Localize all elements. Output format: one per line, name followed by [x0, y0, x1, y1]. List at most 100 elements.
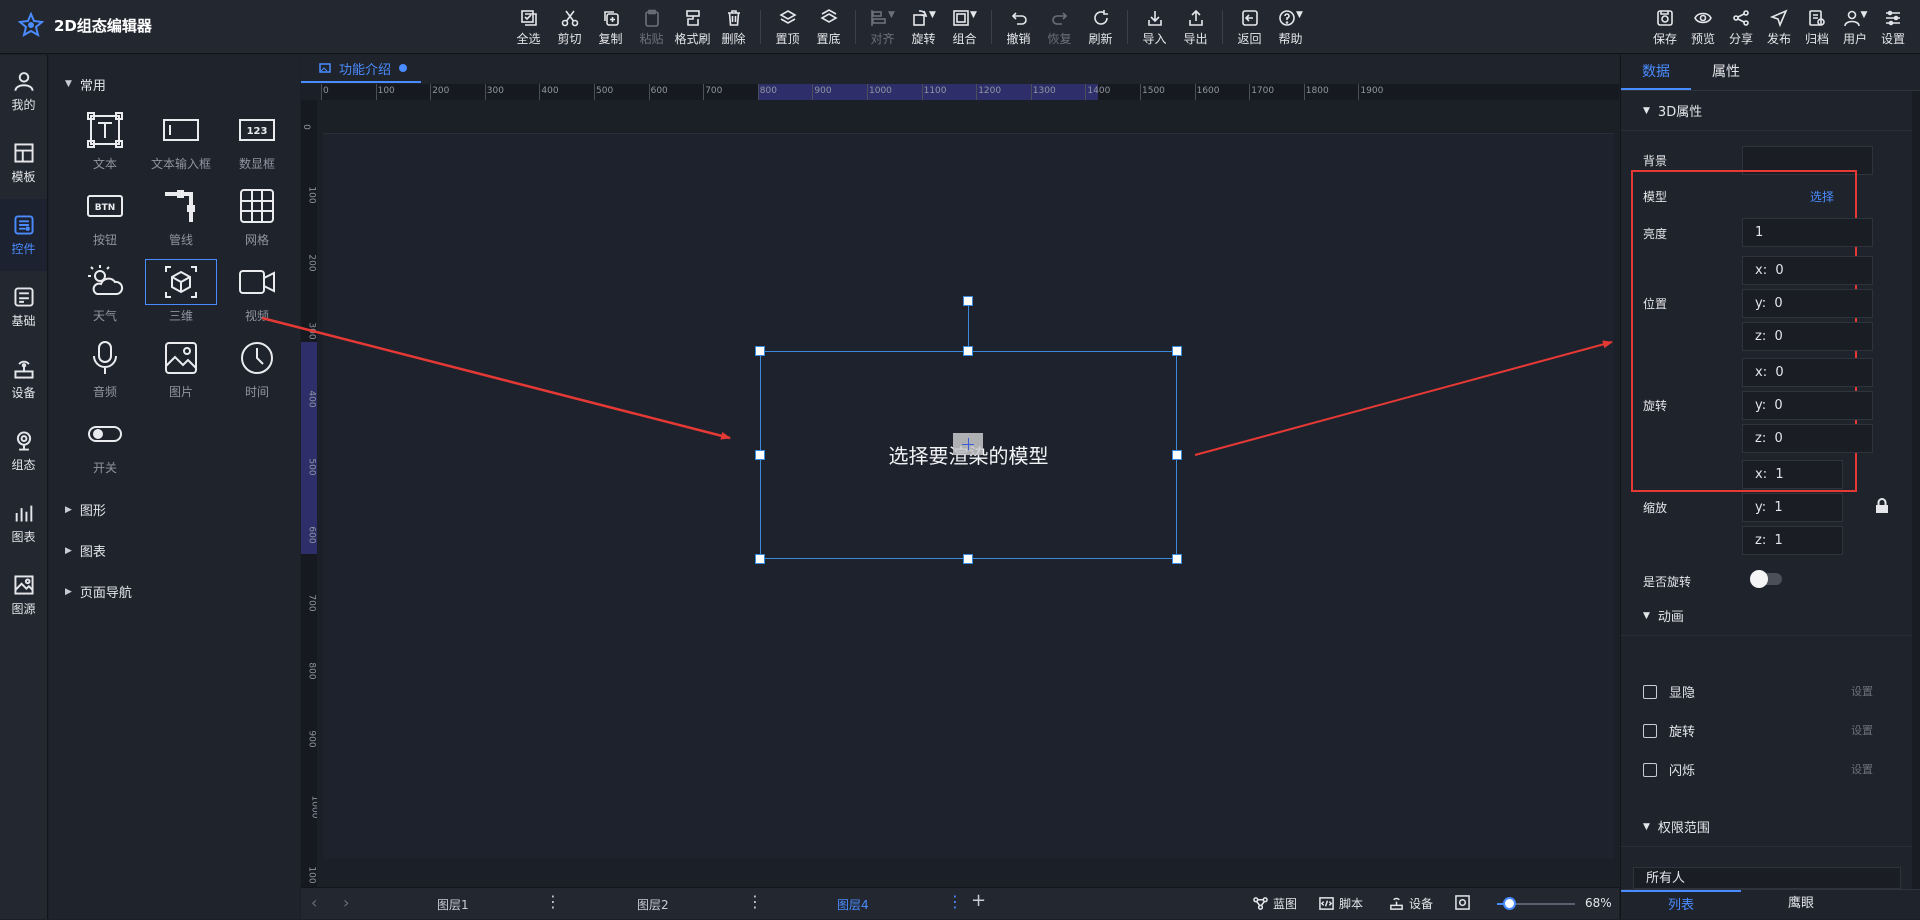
- rail-item-chart[interactable]: 图表: [0, 487, 47, 559]
- more-vertical-icon[interactable]: ⋮: [545, 892, 561, 911]
- position-y-input[interactable]: y: 0: [1742, 289, 1873, 318]
- toolbar-share-button[interactable]: 分享: [1722, 6, 1760, 50]
- toolbar-undo-button[interactable]: 撤销: [998, 6, 1039, 50]
- component-image[interactable]: 图片: [145, 329, 217, 403]
- tab-eagle-eye[interactable]: 鹰眼: [1741, 890, 1861, 919]
- scale-z-input[interactable]: z: 1: [1742, 526, 1843, 555]
- component-microphone[interactable]: 音频: [69, 329, 141, 403]
- blueprint-button[interactable]: 蓝图: [1253, 895, 1297, 912]
- toolbar-select-all-button[interactable]: 全选: [508, 6, 549, 50]
- resize-handle-sw[interactable]: [755, 554, 765, 564]
- toolbar-rotate-button[interactable]: ▼ 旋转: [903, 6, 944, 50]
- section-animation[interactable]: ▼ 动画: [1621, 596, 1912, 636]
- toolbar-archive-button[interactable]: 归档: [1798, 6, 1836, 50]
- device-button[interactable]: 设备: [1389, 895, 1433, 912]
- section-permission[interactable]: ▼ 权限范围: [1621, 807, 1912, 847]
- zoom-slider-knob[interactable]: [1503, 897, 1516, 910]
- section-3d[interactable]: ▼ 3D属性: [1621, 91, 1920, 131]
- tab-list[interactable]: 列表: [1621, 890, 1741, 919]
- layer-tab-1[interactable]: 图层1: [437, 896, 469, 913]
- more-vertical-icon[interactable]: ⋮: [947, 892, 963, 911]
- layer-tab-2[interactable]: 图层2: [637, 896, 669, 913]
- resize-handle-n[interactable]: [963, 346, 973, 356]
- toolbar-redo-button[interactable]: 恢复: [1039, 6, 1080, 50]
- component-grid[interactable]: 网格: [221, 177, 293, 251]
- toolbar-import-button[interactable]: 导入: [1134, 6, 1175, 50]
- rail-item-basic[interactable]: 基础: [0, 271, 47, 343]
- toolbar-user-button[interactable]: ▼ 用户: [1836, 6, 1874, 50]
- component-number-display[interactable]: 123 数显框: [221, 101, 293, 175]
- lock-icon[interactable]: [1875, 498, 1889, 514]
- toolbar-trash-button[interactable]: 删除: [713, 6, 754, 50]
- toolbar-publish-button[interactable]: 发布: [1760, 6, 1798, 50]
- component-pipeline[interactable]: 管线: [145, 177, 217, 251]
- component-switch[interactable]: 开关: [69, 405, 141, 479]
- doc-tab[interactable]: 功能介绍: [301, 55, 421, 83]
- component-text[interactable]: 文本: [69, 101, 141, 175]
- component-grid: 文本 文本输入框 123 数显框 BTN 按钮 管线 网格天气 三维 视频音频 图片 时间开关: [49, 101, 300, 479]
- rail-item-user[interactable]: 我的: [0, 55, 47, 127]
- rotate-checkbox[interactable]: [1643, 723, 1657, 738]
- toolbar-export-button[interactable]: 导出: [1175, 6, 1216, 50]
- toolbar-refresh-button[interactable]: 刷新: [1080, 6, 1121, 50]
- position-x-input[interactable]: x: 0: [1742, 256, 1873, 285]
- resize-handle-se[interactable]: [1172, 554, 1182, 564]
- blink-checkbox[interactable]: [1643, 762, 1657, 777]
- add-layer-button[interactable]: +: [971, 890, 986, 911]
- scale-y-input[interactable]: y: 1: [1742, 493, 1843, 522]
- rotation-z-input[interactable]: z: 0: [1742, 424, 1873, 453]
- toolbar-help-button[interactable]: ▼ 帮助: [1270, 6, 1311, 50]
- component-clock[interactable]: 时间: [221, 329, 293, 403]
- resize-handle-nw[interactable]: [755, 346, 765, 356]
- brightness-input[interactable]: 1: [1742, 218, 1873, 247]
- section-collapsed[interactable]: ▶ 页面导航: [49, 571, 300, 612]
- rail-item-template[interactable]: 模板: [0, 127, 47, 199]
- blink-settings-link[interactable]: 设置: [1851, 761, 1873, 777]
- rail-item-image-source[interactable]: 图源: [0, 559, 47, 631]
- more-vertical-icon[interactable]: ⋮: [747, 892, 763, 911]
- toolbar-layer-top-button[interactable]: 置顶: [767, 6, 808, 50]
- section-common[interactable]: ▼ 常用: [49, 67, 300, 101]
- component-weather[interactable]: 天气: [69, 253, 141, 327]
- toolbar-align-button[interactable]: ▼ 对齐: [862, 6, 903, 50]
- toolbar-paste-button[interactable]: 粘贴: [631, 6, 672, 50]
- layer-tab-4[interactable]: 图层4: [837, 896, 869, 913]
- script-button[interactable]: 脚本: [1319, 895, 1363, 912]
- component-video[interactable]: 视频: [221, 253, 293, 327]
- resize-handle-ne[interactable]: [1172, 346, 1182, 356]
- toolbar-settings-button[interactable]: 设置: [1874, 6, 1912, 50]
- fit-view-button[interactable]: [1455, 895, 1470, 910]
- rotate-settings-link[interactable]: 设置: [1851, 722, 1873, 738]
- scale-x-input[interactable]: x: 1: [1742, 460, 1843, 489]
- chevron-right-icon[interactable]: ›: [343, 893, 349, 912]
- tab-attributes[interactable]: 属性: [1691, 55, 1761, 90]
- toolbar-preview-button[interactable]: 预览: [1684, 6, 1722, 50]
- toolbar-format-brush-button[interactable]: 格式刷: [672, 6, 713, 50]
- chevron-left-icon[interactable]: ‹: [311, 893, 317, 912]
- toolbar-scissors-button[interactable]: 剪切: [549, 6, 590, 50]
- visibility-settings-link[interactable]: 设置: [1851, 683, 1873, 699]
- component-3d-cube[interactable]: 三维: [145, 253, 217, 327]
- rail-item-widget[interactable]: 控件: [0, 199, 47, 271]
- toolbar-group-button[interactable]: ▼ 组合: [944, 6, 985, 50]
- visibility-checkbox[interactable]: [1643, 684, 1657, 699]
- rotation-y-input[interactable]: y: 0: [1742, 391, 1873, 420]
- rotation-handle[interactable]: [963, 296, 973, 306]
- section-collapsed[interactable]: ▶ 图表: [49, 530, 300, 571]
- rail-item-device[interactable]: 设备: [0, 343, 47, 415]
- toolbar-copy-button[interactable]: 复制: [590, 6, 631, 50]
- toolbar-back-button[interactable]: 返回: [1229, 6, 1270, 50]
- rail-item-config[interactable]: 组态: [0, 415, 47, 487]
- position-z-input[interactable]: z: 0: [1742, 322, 1873, 351]
- permission-select[interactable]: 所有人: [1633, 867, 1901, 889]
- resize-handle-s[interactable]: [963, 554, 973, 564]
- tab-data[interactable]: 数据: [1621, 55, 1691, 90]
- component-text-input[interactable]: 文本输入框: [145, 101, 217, 175]
- scrollbar[interactable]: [1912, 91, 1920, 889]
- rotation-x-input[interactable]: x: 0: [1742, 358, 1873, 387]
- section-collapsed[interactable]: ▶ 图形: [49, 489, 300, 530]
- toolbar-layer-bottom-button[interactable]: 置底: [808, 6, 849, 50]
- auto-rotate-toggle[interactable]: [1750, 570, 1782, 588]
- component-button[interactable]: BTN 按钮: [69, 177, 141, 251]
- toolbar-save-button[interactable]: 保存: [1646, 6, 1684, 50]
